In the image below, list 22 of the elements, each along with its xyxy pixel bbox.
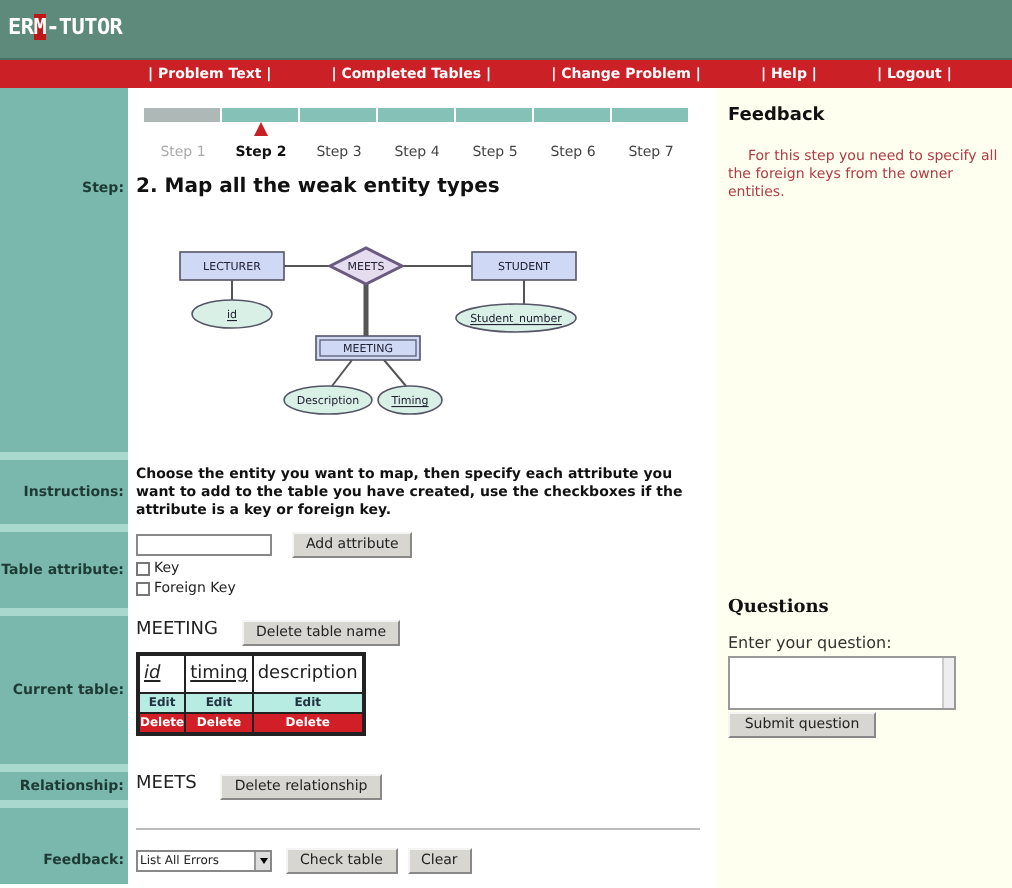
checkbox[interactable] [136, 581, 150, 595]
column-heading: id [140, 656, 185, 692]
connector-line [363, 282, 369, 336]
dropdown-icon [259, 857, 267, 863]
panel-title: Questions [728, 595, 831, 621]
connector-line [331, 359, 353, 387]
question-prompt: Enter your question: [728, 632, 894, 656]
question-field[interactable] [728, 656, 956, 710]
connector-line [383, 359, 407, 387]
connector-line [523, 279, 525, 305]
panel-title: Feedback [728, 104, 827, 130]
checkbox[interactable] [136, 561, 150, 575]
connector-line [283, 265, 331, 267]
table-name: MEETING [136, 618, 218, 645]
logo: ERM-TUTOR [8, 12, 123, 45]
column-heading: description [253, 656, 362, 692]
connector-line [401, 265, 473, 267]
relationship-name: MEETS [136, 772, 197, 799]
column-heading: timing [186, 656, 252, 692]
attribute-field[interactable] [136, 534, 272, 556]
connector-line [231, 279, 233, 301]
step-title: 2. Map all the weak entity types [134, 176, 500, 200]
